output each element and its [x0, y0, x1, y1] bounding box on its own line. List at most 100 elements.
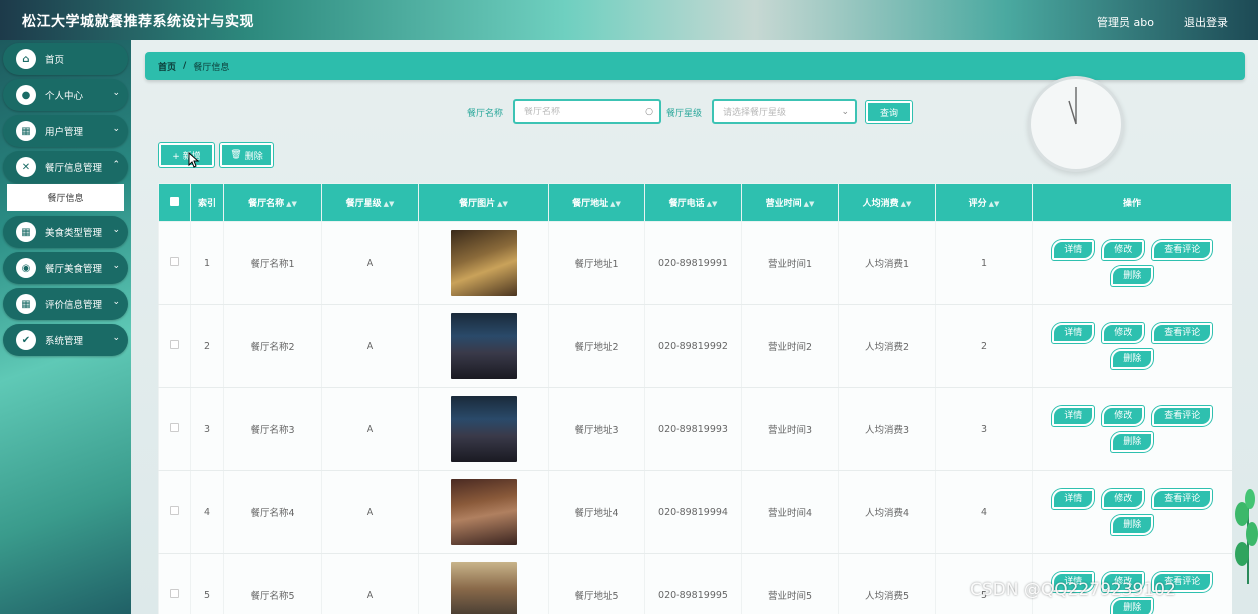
cell-image: [418, 553, 549, 614]
cell-score: 3: [935, 387, 1033, 471]
edit-button[interactable]: 修改: [1102, 406, 1145, 426]
chevron-down-icon: ⌄: [112, 333, 120, 343]
breadcrumb-home[interactable]: 首页: [158, 60, 176, 73]
plant-decoration: [1235, 489, 1258, 584]
restaurant-name-input[interactable]: [524, 106, 659, 117]
cell-name: 餐厅名称2: [223, 304, 322, 388]
row-checkbox[interactable]: [170, 589, 179, 598]
view-reviews-button[interactable]: 查看评论: [1152, 240, 1213, 260]
utensils-icon: ✕: [16, 157, 36, 177]
view-reviews-button[interactable]: 查看评论: [1152, 406, 1213, 426]
restaurant-rating-select[interactable]: 请选择餐厅星级 ⌄: [712, 99, 857, 124]
restaurant-image[interactable]: [450, 562, 517, 614]
edit-button[interactable]: 修改: [1102, 240, 1145, 260]
cell-name: 餐厅名称3: [223, 387, 322, 471]
col-label: 营业时间: [765, 199, 802, 209]
sort-icon: ▲▼: [610, 200, 621, 208]
detail-button[interactable]: 详情: [1052, 323, 1095, 343]
col-hours[interactable]: 营业时间 ▲▼: [741, 183, 839, 222]
col-avg-spend[interactable]: 人均消费 ▲▼: [838, 183, 936, 222]
chevron-down-icon: ⌄: [841, 107, 849, 117]
restaurant-image[interactable]: [450, 313, 517, 379]
col-label: 餐厅名称: [248, 199, 285, 209]
top-bar: 松江大学城就餐推荐系统设计与实现 管理员 abo 退出登录: [0, 0, 1258, 40]
sidebar-item-food-types[interactable]: ▦ 美食类型管理 ⌄: [3, 216, 128, 248]
cell-score: 1: [935, 221, 1033, 305]
col-address[interactable]: 餐厅地址 ▲▼: [548, 183, 645, 222]
cell-address: 餐厅地址1: [548, 221, 645, 305]
restaurant-rating-label: 餐厅星级: [666, 109, 703, 119]
detail-button[interactable]: 详情: [1052, 240, 1095, 260]
delete-button[interactable]: 🗑 删除: [220, 143, 273, 167]
row-delete-button[interactable]: 删除: [1111, 432, 1154, 452]
col-label: 评分: [968, 199, 987, 209]
cell-score: 4: [935, 470, 1033, 554]
settings-icon: ✔: [16, 330, 36, 350]
col-phone[interactable]: 餐厅电话 ▲▼: [644, 183, 742, 222]
sidebar-item-reviews[interactable]: ▦ 评价信息管理 ⌄: [3, 288, 128, 320]
row-delete-button[interactable]: 删除: [1111, 349, 1154, 369]
edit-button[interactable]: 修改: [1102, 323, 1145, 343]
restaurant-image[interactable]: [450, 396, 517, 462]
row-checkbox[interactable]: [170, 506, 179, 515]
row-delete-button[interactable]: 删除: [1111, 515, 1154, 535]
sidebar-item-restaurant-food[interactable]: ◉ 餐厅美食管理 ⌄: [3, 252, 128, 284]
row-delete-button[interactable]: 删除: [1111, 598, 1154, 614]
sidebar-item-profile[interactable]: ● 个人中心 ⌄: [3, 79, 128, 111]
restaurant-name-field[interactable]: ○: [513, 99, 661, 124]
cell-rating: A: [321, 553, 419, 614]
sidebar-item-users[interactable]: ▦ 用户管理 ⌄: [3, 115, 128, 147]
cell-hours: 营业时间4: [741, 470, 839, 554]
row-delete-button[interactable]: 删除: [1111, 266, 1154, 286]
view-reviews-button[interactable]: 查看评论: [1152, 489, 1213, 509]
cell-hours: 营业时间3: [741, 387, 839, 471]
row-checkbox[interactable]: [170, 340, 179, 349]
select-all-checkbox[interactable]: [158, 183, 191, 222]
cell-hours: 营业时间5: [741, 553, 839, 614]
trash-icon: 🗑: [230, 150, 242, 160]
col-actions: 操作: [1032, 183, 1232, 222]
col-label: 餐厅星级: [345, 199, 382, 209]
col-rating[interactable]: 餐厅星级 ▲▼: [321, 183, 419, 222]
col-image[interactable]: 餐厅图片 ▲▼: [418, 183, 549, 222]
sort-icon: ▲▼: [286, 200, 297, 208]
logout-link[interactable]: 退出登录: [1184, 14, 1228, 30]
cell-avg-spend: 人均消费2: [838, 304, 936, 388]
col-label: 餐厅地址: [572, 199, 609, 209]
sidebar-item-restaurant-info[interactable]: ✕ 餐厅信息管理 ⌃: [3, 151, 128, 183]
sidebar-item-label: 系统管理: [45, 336, 84, 347]
sidebar: ⌂ 首页 ● 个人中心 ⌄ ▦ 用户管理 ⌄ ✕ 餐厅信息管理 ⌃ 餐厅信息 ▦…: [0, 40, 131, 614]
cell-address: 餐厅地址3: [548, 387, 645, 471]
sidebar-item-system[interactable]: ✔ 系统管理 ⌄: [3, 324, 128, 356]
row-checkbox[interactable]: [170, 257, 179, 266]
query-button[interactable]: 查询: [866, 101, 912, 123]
restaurant-name-label: 餐厅名称: [467, 109, 504, 119]
breadcrumb-current: 餐厅信息: [193, 62, 230, 73]
delete-button-label: 删除: [244, 151, 263, 162]
chevron-up-icon: ⌃: [112, 160, 120, 170]
row-checkbox[interactable]: [170, 423, 179, 432]
cell-image: [418, 470, 549, 554]
detail-button[interactable]: 详情: [1052, 489, 1095, 509]
add-button[interactable]: + 新增: [159, 143, 214, 167]
cell-rating: A: [321, 221, 419, 305]
col-name[interactable]: 餐厅名称 ▲▼: [223, 183, 322, 222]
sidebar-subitem-restaurant-info[interactable]: 餐厅信息: [7, 184, 124, 211]
detail-button[interactable]: 详情: [1052, 406, 1095, 426]
cell-name: 餐厅名称4: [223, 470, 322, 554]
sidebar-item-label: 个人中心: [45, 91, 84, 102]
col-label: 索引: [197, 199, 216, 209]
cell-phone: 020-89819994: [644, 470, 742, 554]
col-score[interactable]: 评分 ▲▼: [935, 183, 1033, 222]
checkbox[interactable]: [170, 196, 179, 206]
sort-icon: ▲▼: [383, 200, 395, 208]
restaurant-image[interactable]: [450, 230, 517, 296]
restaurant-image[interactable]: [450, 479, 517, 545]
restaurant-table: 索引 餐厅名称 ▲▼ 餐厅星级 ▲▼ 餐厅图片 ▲▼ 餐厅地址 ▲▼ 餐厅电话 ▲▼ 营业…: [158, 183, 1232, 614]
edit-button[interactable]: 修改: [1102, 489, 1145, 509]
view-reviews-button[interactable]: 查看评论: [1152, 323, 1213, 343]
chevron-down-icon: ⌄: [112, 88, 120, 98]
cell-name: 餐厅名称5: [223, 553, 322, 614]
cell-phone: 020-89819992: [644, 304, 742, 388]
sidebar-item-home[interactable]: ⌂ 首页: [3, 43, 128, 75]
